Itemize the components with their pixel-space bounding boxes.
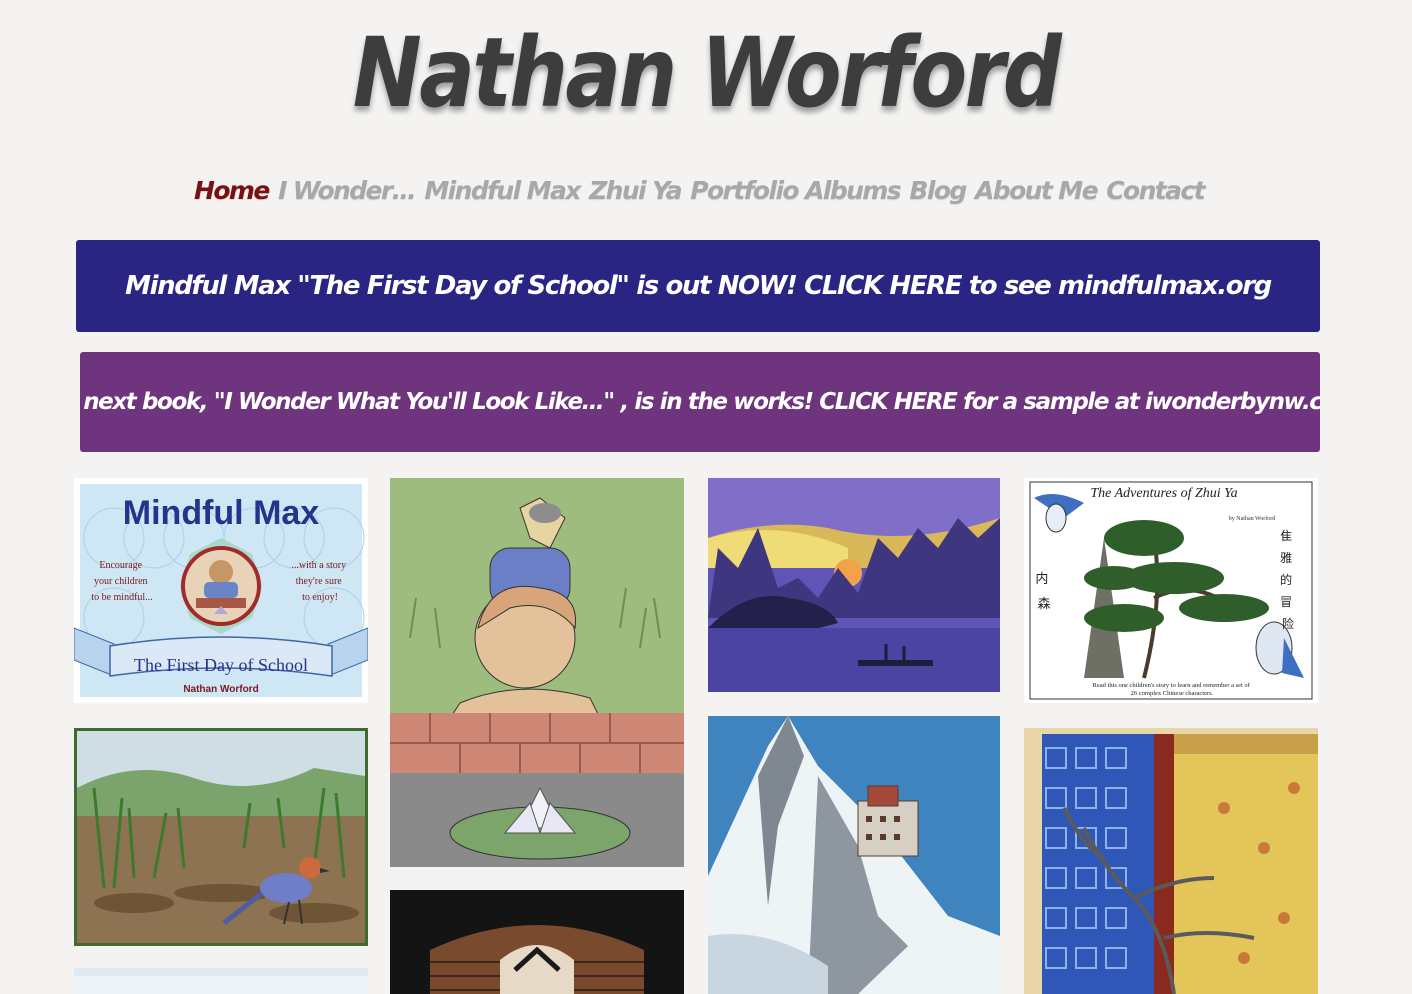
nav-i-wonder[interactable]: I Wonder… [278,176,417,205]
boy-lotus-painting[interactable] [390,478,684,867]
svg-text:The Adventures of Zhui Ya: The Adventures of Zhui Ya [1090,486,1237,501]
mountain-monastery-painting[interactable] [708,716,1000,994]
mindful-max-banner-link[interactable]: Mindful Max "The First Day of School" is… [76,240,1320,332]
nav-portfolio-albums[interactable]: Portfolio Albums [690,176,901,205]
bird-field-painting[interactable] [74,728,368,946]
zhui-ya-cover-image[interactable]: The Adventures of Zhui Ya by Nathan Worf… [1024,478,1318,703]
i-wonder-banner-link[interactable]: My next book, "I Wonder What You'll Look… [80,352,1320,452]
nav-zhui-ya[interactable]: Zhui Ya [589,176,682,205]
nav-about-me[interactable]: About Me [975,176,1099,205]
mindful-max-cover-image[interactable]: Mindful Max Encourage your children to b… [74,478,368,703]
nav-mindful-max[interactable]: Mindful Max [424,176,581,205]
svg-text:The First Day of School: The First Day of School [134,655,308,675]
gallery-image-cropped-2[interactable] [390,890,684,994]
tree-wall-painting[interactable] [1024,728,1318,994]
gallery-image-cropped-1[interactable] [74,968,368,994]
svg-text:Encourage your children: Encourage your children to be mindful... [91,560,152,603]
main-nav: Home I Wonder… Mindful Max Zhui Ya Portf… [194,170,1206,210]
nav-home[interactable]: Home [194,176,270,205]
svg-text:by Nathan Worford: by Nathan Worford [1229,515,1275,522]
site-title[interactable]: Nathan Worford [99,18,1313,129]
sunset-river-painting[interactable] [708,478,1000,692]
svg-text:Nathan Worford: Nathan Worford [183,684,258,695]
cover-title: Mindful Max [123,494,320,532]
nav-blog[interactable]: Blog [909,176,967,205]
nav-contact[interactable]: Contact [1106,176,1205,205]
